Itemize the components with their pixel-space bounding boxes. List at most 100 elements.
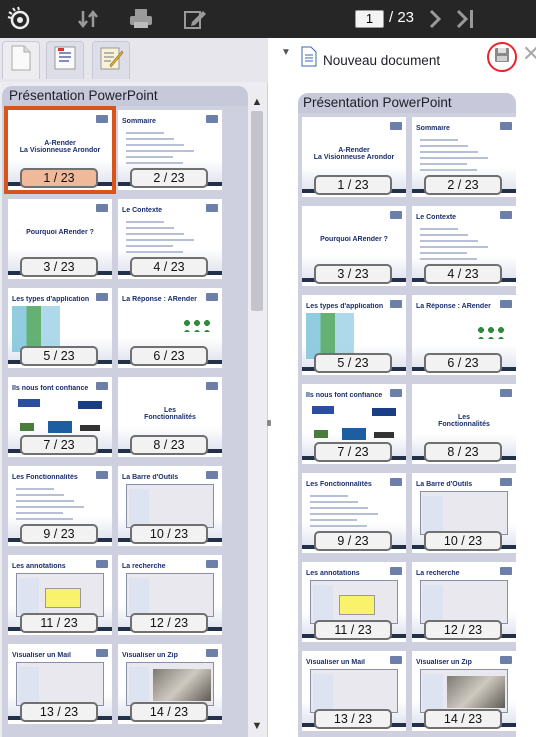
slide-logo-icon bbox=[206, 115, 218, 123]
slide-thumbnail[interactable]: Les types d'application 5 / 23 bbox=[302, 295, 406, 375]
slide-title: Pourquoi ARender ? bbox=[26, 229, 94, 236]
left-scrollbar[interactable]: ▲ ▼ bbox=[248, 91, 266, 737]
slide-content-preview bbox=[14, 397, 106, 437]
slide-page-label: 4 / 23 bbox=[424, 264, 502, 284]
slide-thumbnail[interactable]: Visualiser un Mail 13 / 23 bbox=[8, 644, 112, 724]
slide-thumbnail[interactable]: La recherche 12 / 23 bbox=[118, 555, 222, 635]
slide-thumbnail[interactable]: Les types d'application 5 / 23 bbox=[8, 288, 112, 368]
document-title[interactable]: Nouveau document bbox=[323, 49, 463, 73]
slide-title: Visualiser un Zip bbox=[122, 652, 178, 659]
slide-thumbnail[interactable]: La Barre d'Outils 10 / 23 bbox=[118, 466, 222, 546]
slide-title: Les Fonctionnalités bbox=[438, 414, 490, 428]
scroll-down-icon[interactable]: ▼ bbox=[250, 719, 264, 733]
close-icon[interactable]: ✕ bbox=[522, 43, 536, 65]
slide-thumbnail[interactable]: La recherche 12 / 23 bbox=[412, 562, 516, 642]
slide-thumbnail[interactable]: La Réponse : ARender 6 / 23 bbox=[412, 295, 516, 375]
slide-title: Les Fonctionnalités bbox=[144, 407, 196, 421]
page-number-input[interactable]: 1 bbox=[355, 10, 384, 28]
slide-logo-icon bbox=[96, 560, 108, 568]
slide-title: Les Fonctionnalités bbox=[12, 474, 78, 481]
slide-page-label: 9 / 23 bbox=[20, 524, 98, 544]
slide-logo-icon bbox=[206, 649, 218, 657]
slide-page-label: 5 / 23 bbox=[314, 353, 392, 373]
document-panel: ▼ Nouveau document ✕ Présentation PowerP… bbox=[271, 38, 536, 737]
slide-thumbnail[interactable]: A-Render La Visionneuse Arondor 1 / 23 bbox=[4, 106, 116, 194]
slide-thumbnail[interactable]: La Réponse : ARender 6 / 23 bbox=[118, 288, 222, 368]
slide-thumbnail[interactable]: La Barre d'Outils 10 / 23 bbox=[412, 473, 516, 553]
scroll-up-icon[interactable]: ▲ bbox=[250, 95, 264, 109]
last-page-icon[interactable] bbox=[451, 6, 479, 32]
slide-logo-icon bbox=[500, 300, 512, 308]
slide-thumbnail[interactable]: Sommaire 2 / 23 bbox=[118, 110, 222, 190]
slide-content-preview bbox=[310, 495, 386, 531]
slide-content-preview bbox=[126, 573, 214, 617]
slide-thumbnail[interactable]: Les annotations 11 / 23 bbox=[302, 562, 406, 642]
slide-page-label: 12 / 23 bbox=[130, 613, 208, 633]
slide-thumbnail[interactable]: Pourquoi ARender ? 3 / 23 bbox=[8, 199, 112, 279]
slide-page-label: 12 / 23 bbox=[424, 620, 502, 640]
eye-logo-icon[interactable] bbox=[5, 6, 33, 32]
tab-thumbnails[interactable] bbox=[2, 41, 40, 79]
slide-title: Ils nous font confiance bbox=[306, 392, 383, 399]
slide-title: Les annotations bbox=[12, 563, 66, 570]
slide-title: Pourquoi ARender ? bbox=[320, 236, 388, 243]
slide-page-label: 10 / 23 bbox=[424, 531, 502, 551]
slide-logo-icon bbox=[500, 567, 512, 575]
next-page-icon[interactable] bbox=[421, 6, 449, 32]
slide-thumbnail[interactable]: Les annotations 11 / 23 bbox=[8, 555, 112, 635]
slide-thumbnail[interactable]: Visualiser un Zip 14 / 23 bbox=[118, 644, 222, 724]
slide-thumbnail[interactable]: Les Fonctionnalités 8 / 23 bbox=[118, 377, 222, 457]
slide-thumbnail[interactable]: Visualiser un Zip 14 / 23 bbox=[412, 651, 516, 731]
slide-thumbnail[interactable]: Le Contexte 4 / 23 bbox=[118, 199, 222, 279]
slide-logo-icon bbox=[96, 471, 108, 479]
slide-title: Visualiser un Zip bbox=[416, 659, 472, 666]
slide-thumbnail[interactable]: Le Contexte 4 / 23 bbox=[412, 206, 516, 286]
tab-notes[interactable] bbox=[92, 41, 130, 79]
slide-page-label: 7 / 23 bbox=[20, 435, 98, 455]
slide-thumbnail[interactable]: Ils nous font confiance 7 / 23 bbox=[302, 384, 406, 464]
slide-page-label: 5 / 23 bbox=[20, 346, 98, 366]
sort-arrows-icon[interactable] bbox=[74, 6, 102, 32]
collapse-arrow-icon[interactable]: ▼ bbox=[281, 47, 291, 58]
slide-title: La Réponse : ARender bbox=[416, 303, 491, 310]
slide-content-preview bbox=[310, 669, 398, 713]
slide-content-preview bbox=[126, 132, 202, 168]
slide-title: A-Render La Visionneuse Arondor bbox=[313, 147, 395, 161]
slide-title: La recherche bbox=[416, 570, 460, 577]
slide-page-label: 9 / 23 bbox=[314, 531, 392, 551]
slide-thumbnail[interactable]: Sommaire 2 / 23 bbox=[412, 117, 516, 197]
slide-page-label: 13 / 23 bbox=[314, 709, 392, 729]
slide-content-preview bbox=[476, 325, 504, 339]
scrollbar-thumb[interactable] bbox=[251, 111, 263, 311]
slide-thumbnail[interactable]: Visualiser un Mail 13 / 23 bbox=[302, 651, 406, 731]
save-button[interactable] bbox=[487, 42, 517, 72]
slide-thumbnail[interactable]: Pourquoi ARender ? 3 / 23 bbox=[302, 206, 406, 286]
slide-page-label: 10 / 23 bbox=[130, 524, 208, 544]
slide-thumbnail[interactable]: Les Fonctionnalités 9 / 23 bbox=[302, 473, 406, 553]
tab-annotations[interactable] bbox=[46, 41, 84, 79]
slide-logo-icon bbox=[206, 471, 218, 479]
slide-page-label: 14 / 23 bbox=[424, 709, 502, 729]
slide-thumbnail[interactable]: Les Fonctionnalités 8 / 23 bbox=[412, 384, 516, 464]
slide-logo-icon bbox=[96, 649, 108, 657]
page-total: / 23 bbox=[389, 9, 415, 26]
slide-page-label: 6 / 23 bbox=[130, 346, 208, 366]
edit-icon[interactable] bbox=[181, 6, 209, 32]
pencil-note-icon bbox=[98, 45, 124, 76]
slide-page-label: 3 / 23 bbox=[314, 264, 392, 284]
slide-page-label: 13 / 23 bbox=[20, 702, 98, 722]
slide-title: La Barre d'Outils bbox=[416, 481, 473, 488]
slide-logo-icon bbox=[390, 300, 402, 308]
document-icon bbox=[10, 45, 32, 76]
slide-thumbnail[interactable]: Ils nous font confiance 7 / 23 bbox=[8, 377, 112, 457]
print-icon[interactable] bbox=[127, 6, 155, 32]
slide-page-label: 14 / 23 bbox=[130, 702, 208, 722]
slide-logo-icon bbox=[96, 293, 108, 301]
slide-thumbnail[interactable]: A-Render La Visionneuse Arondor 1 / 23 bbox=[302, 117, 406, 197]
slide-content-preview bbox=[310, 580, 398, 624]
slide-logo-icon bbox=[390, 567, 402, 575]
slide-title: Les types d'application bbox=[306, 303, 384, 310]
slide-title: Les annotations bbox=[306, 570, 360, 577]
document-file-icon bbox=[301, 46, 317, 67]
slide-thumbnail[interactable]: Les Fonctionnalités 9 / 23 bbox=[8, 466, 112, 546]
